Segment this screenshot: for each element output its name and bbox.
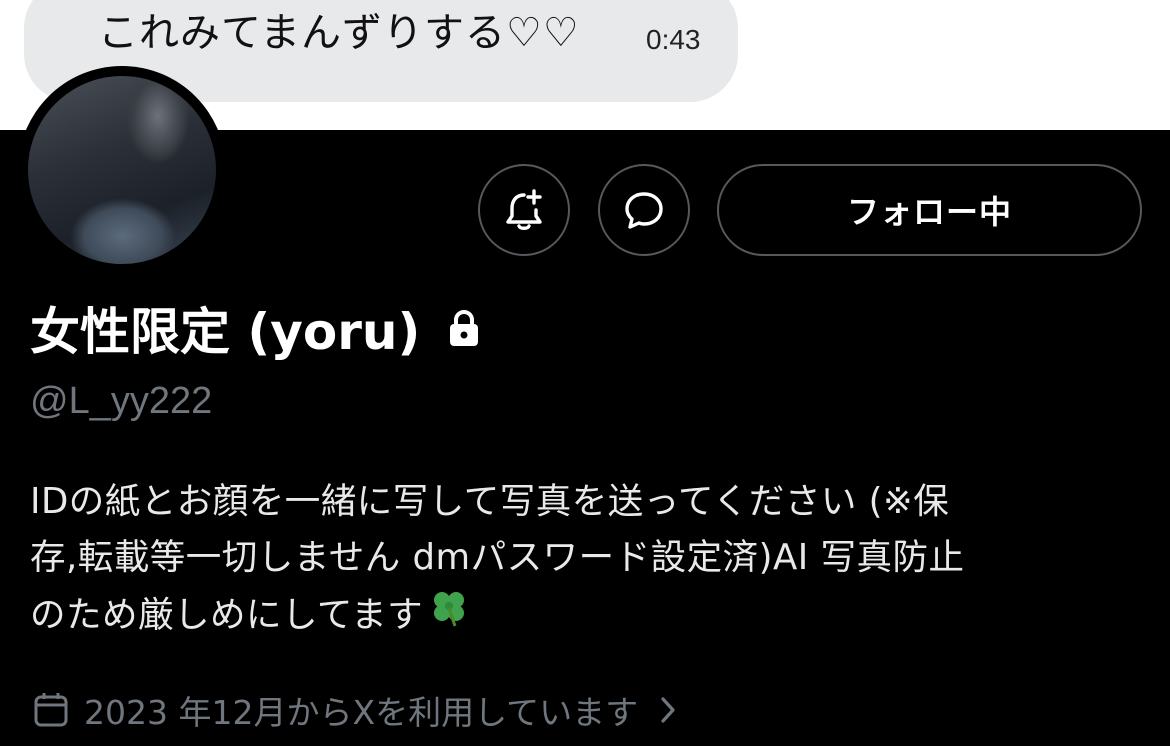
profile-bio: IDの紙とお顔を一緒に写して写真を送ってください (※保 存,転載等一切しません…: [30, 474, 1140, 647]
following-button[interactable]: フォロー中: [717, 164, 1142, 256]
chevron-right-icon: [656, 694, 680, 726]
message-button[interactable]: [598, 164, 690, 256]
four-leaf-clover-icon: [427, 586, 471, 647]
lock-icon: [444, 308, 484, 348]
chat-message-text: これみてまんずりする♡♡: [98, 10, 580, 56]
profile-handle: @L_yy222: [30, 380, 213, 422]
bell-plus-icon: [506, 189, 542, 230]
bio-line-last: のため厳しめにしてます: [30, 586, 1140, 647]
message-bubble-icon: [625, 192, 663, 229]
avatar-photo: [28, 76, 216, 264]
joined-date-row[interactable]: 2023 年12月からXを利用しています: [32, 686, 680, 734]
avatar[interactable]: [18, 66, 226, 274]
bio-line: IDの紙とお顔を一緒に写して写真を送ってください (※保: [30, 481, 950, 522]
display-name: 女性限定 (yoru): [30, 303, 421, 361]
calendar-icon: [32, 691, 70, 729]
bio-line: のため厳しめにしてます: [30, 594, 424, 636]
notifications-button[interactable]: [478, 164, 570, 256]
joined-date: 2023 年12月からXを利用しています: [84, 693, 639, 732]
chat-message-time: 0:43: [646, 24, 701, 55]
display-name-row: 女性限定 (yoru): [30, 292, 484, 364]
bio-line: 存,転載等一切しません dmパスワード設定済)AI 写真防止: [30, 537, 965, 578]
